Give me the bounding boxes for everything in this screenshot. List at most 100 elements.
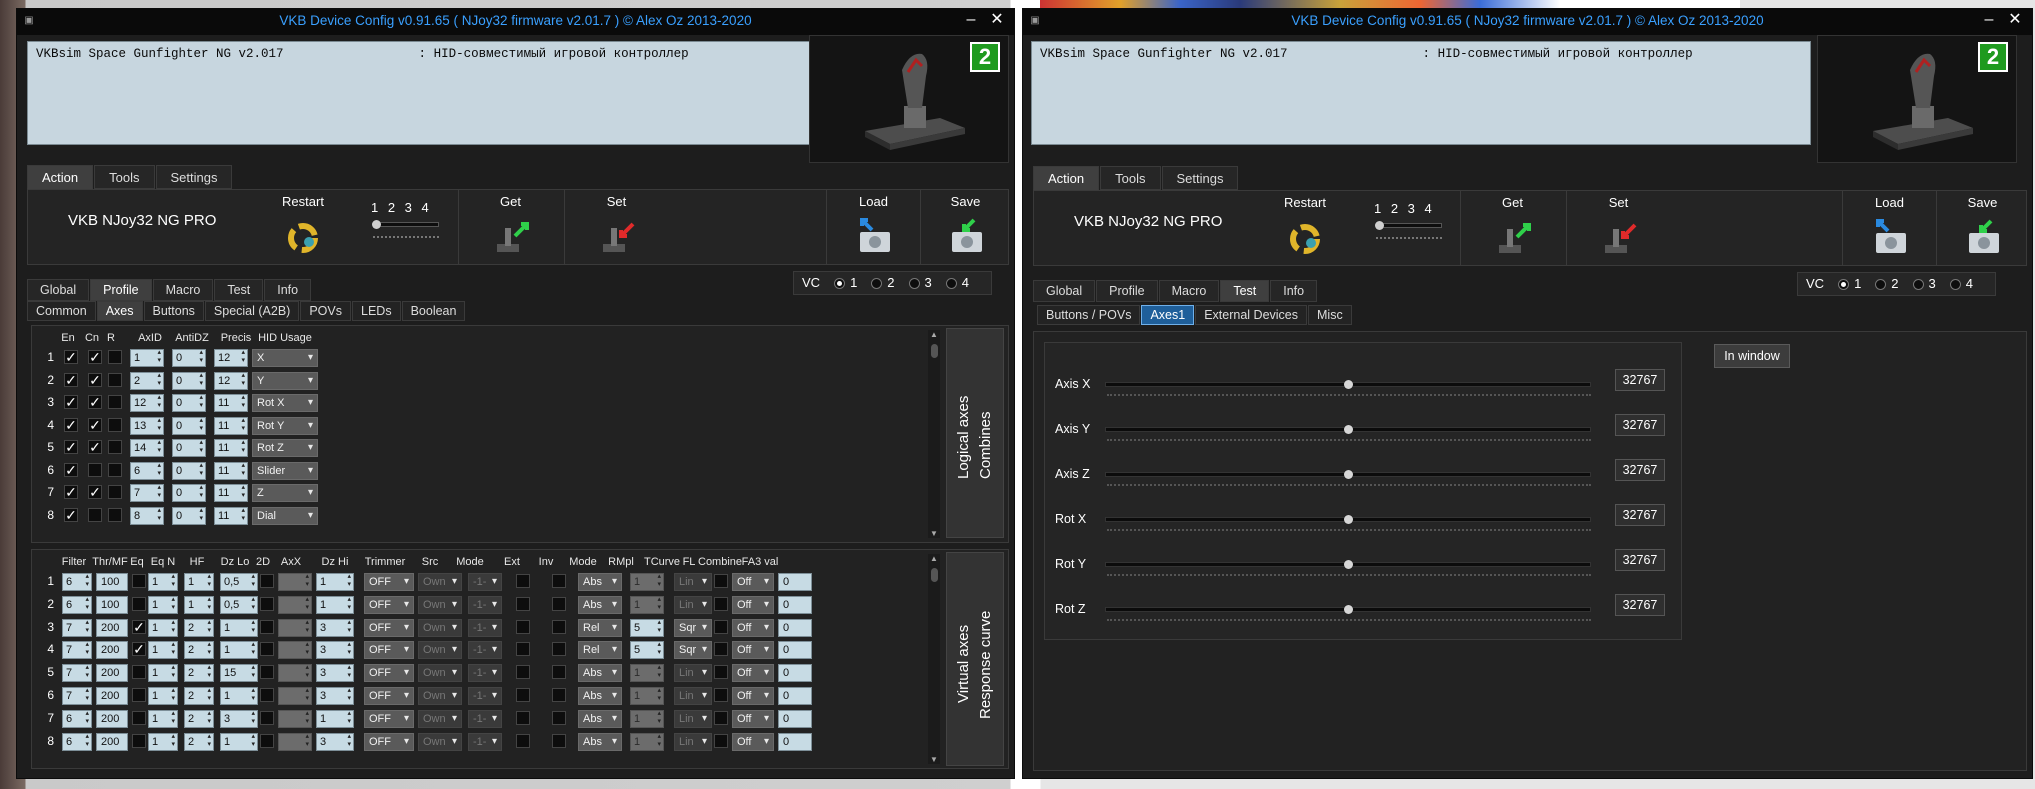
antidz-spinner[interactable]: 0	[172, 506, 206, 525]
trimmer-dropdown[interactable]: OFF	[364, 664, 414, 683]
fl-checkbox[interactable]	[714, 710, 728, 725]
2d-checkbox[interactable]	[260, 619, 274, 634]
eq-checkbox[interactable]	[132, 596, 146, 611]
dz-hi-spinner[interactable]: 1	[316, 595, 354, 614]
page-slider[interactable]	[372, 220, 439, 229]
radio-icon[interactable]	[1949, 278, 1961, 290]
combine-dropdown[interactable]: Off	[732, 732, 774, 751]
eq-checkbox[interactable]	[132, 710, 146, 725]
scroll-up-icon[interactable]: ▲	[928, 330, 940, 339]
hid-usage-dropdown[interactable]: Slider	[252, 461, 318, 480]
hf-spinner[interactable]: 2	[184, 618, 214, 637]
trimmer-dropdown[interactable]: OFF	[364, 687, 414, 705]
fl-checkbox[interactable]	[714, 642, 728, 657]
mode2-dropdown[interactable]: Abs	[578, 573, 622, 591]
antidz-spinner[interactable]: 0	[172, 349, 206, 367]
reverse-checkbox[interactable]	[108, 417, 122, 432]
fa3-value-field[interactable]: 0	[778, 595, 812, 614]
fl-checkbox[interactable]	[714, 574, 728, 588]
filter-spinner[interactable]: 7	[62, 664, 92, 683]
mode2-dropdown[interactable]: Abs	[578, 687, 622, 705]
threshold-field[interactable]: 200	[96, 618, 128, 637]
hid-usage-dropdown[interactable]: Y	[252, 371, 318, 390]
title-bar[interactable]: ▣ VKB Device Config v0.91.65 ( NJoy32 fi…	[17, 9, 1014, 35]
centered-checkbox[interactable]: ✓	[88, 350, 102, 364]
tab-macro[interactable]: Macro	[1158, 280, 1220, 302]
rmpl-spinner[interactable]: 5	[630, 618, 664, 637]
axid-spinner[interactable]: 12	[130, 394, 164, 412]
eqn-spinner[interactable]: 1	[148, 664, 178, 683]
restart-button[interactable]: Restart	[268, 190, 338, 264]
scroll-down-icon[interactable]: ▼	[928, 529, 940, 538]
reverse-checkbox[interactable]	[108, 507, 122, 522]
hf-spinner[interactable]: 1	[184, 595, 214, 614]
centered-checkbox[interactable]: ✓	[88, 372, 102, 387]
subtab-povs[interactable]: POVs	[300, 301, 351, 321]
hid-usage-dropdown[interactable]: Z	[252, 484, 318, 502]
radio-icon[interactable]	[945, 277, 957, 289]
fa3-value-field[interactable]: 0	[778, 573, 812, 591]
hf-spinner[interactable]: 2	[184, 664, 214, 683]
vc-option-3[interactable]: 3	[908, 272, 932, 294]
ext-checkbox[interactable]	[516, 688, 530, 702]
hf-spinner[interactable]: 2	[184, 641, 214, 660]
hf-spinner[interactable]: 2	[184, 732, 214, 751]
axid-spinner[interactable]: 2	[130, 371, 164, 390]
filter-spinner[interactable]: 6	[62, 595, 92, 614]
threshold-field[interactable]: 100	[96, 595, 128, 614]
fa3-value-field[interactable]: 0	[778, 732, 812, 751]
threshold-field[interactable]: 200	[96, 641, 128, 660]
combine-dropdown[interactable]: Off	[732, 573, 774, 591]
dz-hi-spinner[interactable]: 3	[316, 641, 354, 660]
vc-option-1[interactable]: 1	[1838, 273, 1861, 295]
combine-dropdown[interactable]: Off	[732, 595, 774, 614]
threshold-field[interactable]: 200	[96, 664, 128, 683]
centered-checkbox[interactable]	[88, 462, 102, 477]
minimize-button[interactable]: –	[1976, 11, 2002, 31]
save-button[interactable]: Save	[1936, 191, 2028, 265]
in-window-button[interactable]: In window	[1714, 344, 1790, 368]
eqn-spinner[interactable]: 1	[148, 641, 178, 660]
tab-info[interactable]: Info	[264, 279, 312, 301]
load-button[interactable]: Load	[826, 190, 920, 264]
eqn-spinner[interactable]: 1	[148, 687, 178, 705]
subtab-axes1[interactable]: Axes1	[1141, 305, 1195, 325]
vc-option-1[interactable]: 1	[834, 272, 857, 294]
close-button[interactable]: ✕	[984, 11, 1010, 31]
minimize-button[interactable]: –	[958, 11, 984, 31]
reverse-checkbox[interactable]	[108, 485, 122, 499]
tab-test[interactable]: Test	[1220, 280, 1270, 302]
dz-hi-spinner[interactable]: 3	[316, 687, 354, 705]
antidz-spinner[interactable]: 0	[172, 416, 206, 435]
hid-usage-dropdown[interactable]: Rot Y	[252, 416, 318, 435]
trimmer-dropdown[interactable]: OFF	[364, 732, 414, 751]
filter-spinner[interactable]: 6	[62, 573, 92, 591]
radio-icon[interactable]	[1838, 278, 1850, 290]
inv-checkbox[interactable]	[552, 710, 566, 725]
radio-icon[interactable]	[1875, 278, 1887, 290]
reverse-checkbox[interactable]	[108, 462, 122, 477]
enable-checkbox[interactable]: ✓	[64, 350, 78, 364]
tab-tools[interactable]: Tools	[1100, 166, 1161, 190]
radio-icon[interactable]	[871, 277, 883, 289]
combine-dropdown[interactable]: Off	[732, 664, 774, 683]
hf-spinner[interactable]: 2	[184, 687, 214, 705]
page-slider-knob[interactable]	[372, 220, 381, 229]
centered-checkbox[interactable]: ✓	[88, 485, 102, 499]
dz-lo-spinner[interactable]: 1	[220, 732, 258, 751]
antidz-spinner[interactable]: 0	[172, 371, 206, 390]
subtab-common[interactable]: Common	[27, 301, 96, 321]
fl-checkbox[interactable]	[714, 596, 728, 611]
dz-lo-spinner[interactable]: 1	[220, 618, 258, 637]
tab-global[interactable]: Global	[27, 279, 90, 301]
enable-checkbox[interactable]: ✓	[64, 417, 78, 432]
trimmer-dropdown[interactable]: OFF	[364, 573, 414, 591]
page-selector[interactable]: 1 2 3 4	[371, 200, 451, 250]
trimmer-dropdown[interactable]: OFF	[364, 641, 414, 660]
dz-hi-spinner[interactable]: 1	[316, 709, 354, 728]
ext-checkbox[interactable]	[516, 574, 530, 588]
vc-option-4[interactable]: 4	[945, 272, 969, 294]
scroll-down-icon[interactable]: ▼	[928, 755, 940, 764]
dz-lo-spinner[interactable]: 1	[220, 641, 258, 660]
antidz-spinner[interactable]: 0	[172, 461, 206, 480]
